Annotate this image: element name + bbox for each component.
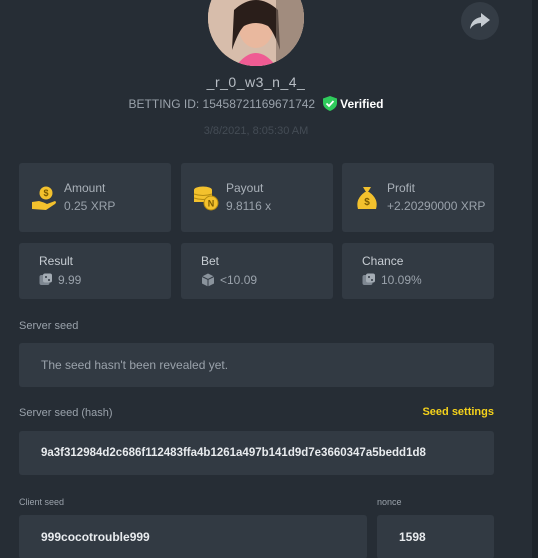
- dice-icon: [39, 273, 52, 285]
- server-seed-field[interactable]: The seed hasn't been revealed yet.: [19, 343, 494, 387]
- server-seed-label: Server seed: [19, 320, 79, 332]
- svg-text:$: $: [364, 197, 370, 208]
- bet-value-row: <10.09: [201, 273, 257, 287]
- bet-value: <10.09: [220, 273, 258, 287]
- result-value-row: 9.99: [39, 273, 81, 287]
- nonce-label: nonce: [377, 497, 402, 507]
- cube-icon: [201, 273, 215, 287]
- scrollbar-track[interactable]: [532, 0, 538, 558]
- profit-label: Profit: [387, 181, 416, 195]
- bet-timestamp: 3/8/2021, 8:05:30 AM: [203, 125, 309, 137]
- payout-card: N Payout 9.8116 x: [181, 163, 333, 232]
- money-sack-icon: $: [357, 187, 377, 209]
- server-seed-hash-label: Server seed (hash): [19, 407, 113, 419]
- chance-value: 10.09%: [381, 273, 422, 287]
- chance-card: Chance 10.09%: [342, 243, 494, 299]
- shield-check-icon: [323, 96, 338, 111]
- amount-card: $ Amount 0.25 XRP: [19, 163, 171, 232]
- client-seed-field[interactable]: 999cocotrouble999: [19, 515, 367, 558]
- svg-text:$: $: [43, 188, 48, 198]
- username: _r_0_w3_n_4_: [206, 74, 306, 90]
- amount-value: 0.25 XRP: [64, 199, 116, 213]
- payout-label: Payout: [226, 181, 264, 195]
- result-label: Result: [39, 254, 74, 268]
- result-card: Result 9.99: [19, 243, 171, 299]
- share-button[interactable]: [461, 2, 499, 40]
- server-seed-hash-field[interactable]: 9a3f312984d2c686f112483ffa4b1261a497b141…: [19, 431, 494, 475]
- result-value: 9.99: [58, 273, 82, 287]
- chance-label: Chance: [362, 254, 404, 268]
- share-icon: [470, 13, 490, 29]
- bet-label: Bet: [201, 254, 220, 268]
- user-avatar: [208, 0, 304, 66]
- profit-value: +2.20290000 XRP: [387, 199, 486, 213]
- dice-icon: [362, 273, 375, 285]
- bet-id: BETTING ID: 15458721169671742: [128, 96, 316, 111]
- seed-settings-link[interactable]: Seed settings: [400, 406, 494, 418]
- amount-label: Amount: [64, 181, 106, 195]
- money-bag-hand-icon: $: [32, 186, 56, 210]
- verified-label: Verified: [340, 96, 384, 111]
- payout-value: 9.8116 x: [226, 199, 272, 213]
- bet-id-row: BETTING ID: 15458721169671742 Verified: [0, 96, 512, 111]
- client-seed-label: Client seed: [19, 497, 65, 507]
- verified-badge: Verified: [323, 96, 383, 111]
- bet-card: Bet <10.09: [181, 243, 333, 299]
- nonce-field[interactable]: 1598: [377, 515, 494, 558]
- chance-value-row: 10.09%: [362, 273, 422, 287]
- coin-stack-icon: N: [193, 186, 219, 211]
- svg-text:N: N: [208, 199, 215, 209]
- profit-card: $ Profit +2.20290000 XRP: [342, 163, 494, 232]
